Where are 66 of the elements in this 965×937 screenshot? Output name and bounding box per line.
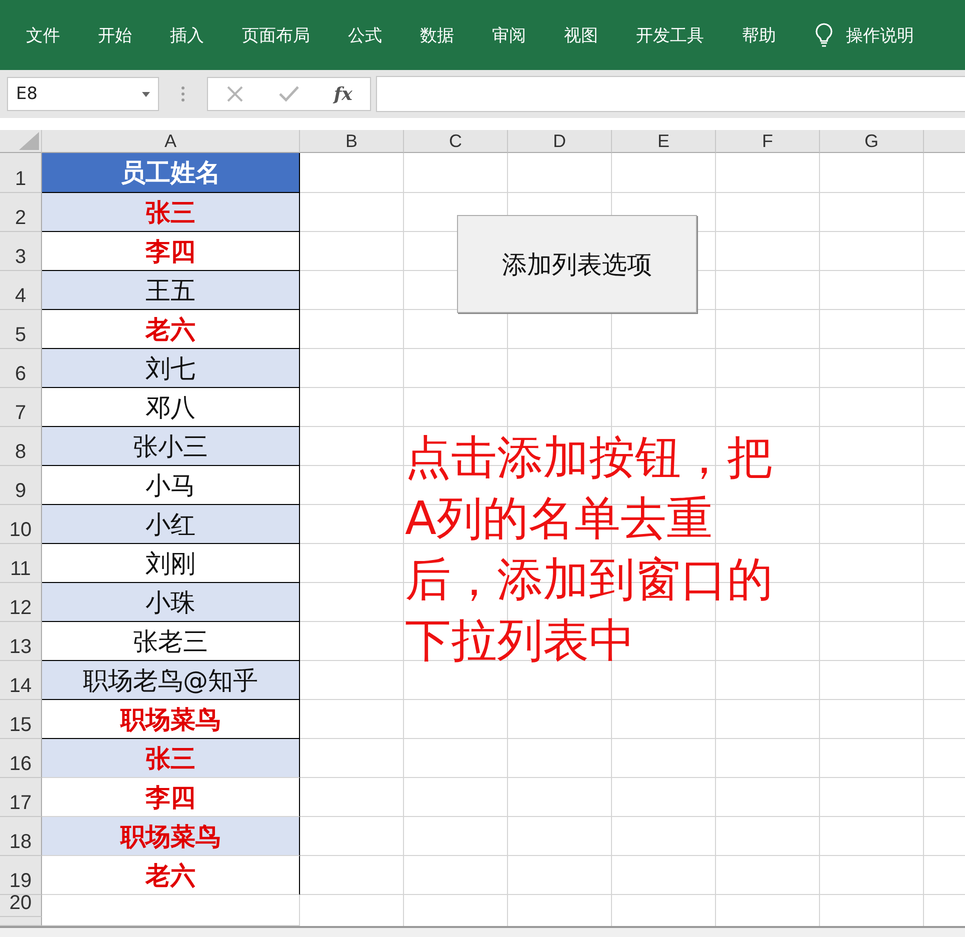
table-cell: 职场菜鸟 [42, 817, 300, 856]
row-header[interactable]: 3 [0, 232, 42, 271]
instruction-text: 后，添加到窗口的 [405, 551, 773, 608]
table-cell: 张三 [42, 193, 300, 232]
row-header[interactable]: 2 [0, 193, 42, 232]
table-cell: 张三 [42, 739, 300, 778]
ribbon-tab[interactable]: 视图 [564, 22, 598, 48]
select-all-icon[interactable] [19, 132, 39, 150]
column-header[interactable]: E [612, 130, 716, 153]
row-header[interactable]: 5 [0, 310, 42, 349]
row-header[interactable]: 20 [0, 895, 42, 917]
row-header[interactable]: 6 [0, 349, 42, 388]
column-header[interactable]: D [508, 130, 612, 153]
ribbon-tab[interactable]: 开始 [98, 22, 132, 48]
table-cell: 张小三 [42, 427, 300, 466]
ribbon-tab[interactable]: 页面布局 [242, 22, 310, 48]
ribbon-tab[interactable]: 数据 [420, 22, 454, 48]
column-header[interactable]: B [300, 130, 404, 153]
ribbon-tab[interactable]: 开发工具 [636, 22, 704, 48]
column-header[interactable]: C [404, 130, 508, 153]
ribbon-tab[interactable]: 插入 [170, 22, 204, 48]
column-header[interactable] [924, 130, 965, 153]
table-cell: 王五 [42, 271, 300, 310]
formula-input[interactable] [376, 76, 965, 112]
row-header[interactable]: 10 [0, 505, 42, 544]
column-header[interactable]: G [820, 130, 924, 153]
row-header[interactable]: 18 [0, 817, 42, 856]
table-cell: 职场老鸟@知乎 [42, 661, 300, 700]
row-header[interactable] [0, 917, 42, 926]
caret-icon[interactable] [142, 92, 150, 96]
add-list-items-button[interactable]: 添加列表选项 [457, 215, 697, 313]
row-header[interactable]: 1 [0, 153, 42, 193]
tell-me-field[interactable]: 操作说明 [846, 24, 914, 46]
name-box[interactable]: E8 [7, 77, 159, 111]
row-header[interactable]: 12 [0, 583, 42, 622]
insert-function-button[interactable]: fx [334, 84, 352, 104]
instruction-text: 下拉列表中 [405, 612, 635, 669]
grip-icon [181, 86, 185, 102]
row-header[interactable]: 14 [0, 661, 42, 700]
row-header[interactable]: 4 [0, 271, 42, 310]
ribbon-tab[interactable]: 文件 [26, 22, 60, 48]
column-header[interactable]: F [716, 130, 820, 153]
row-header[interactable]: 15 [0, 700, 42, 739]
row-header[interactable]: 8 [0, 427, 42, 466]
instruction-text: 点击添加按钮，把 [405, 429, 773, 486]
ribbon-tab[interactable]: 审阅 [492, 22, 526, 48]
check-icon[interactable] [278, 85, 299, 103]
row-header[interactable]: 11 [0, 544, 42, 583]
table-cell: 小珠 [42, 583, 300, 622]
table-cell: 刘七 [42, 349, 300, 388]
instruction-text: A列的名单去重 [405, 490, 712, 547]
header-cell: 员工姓名 [42, 153, 300, 193]
cancel-icon[interactable] [226, 85, 244, 103]
lightbulb-icon[interactable] [814, 22, 834, 48]
row-header[interactable]: 19 [0, 856, 42, 895]
row-header[interactable]: 9 [0, 466, 42, 505]
column-header[interactable]: A [42, 130, 300, 153]
ribbon-tab[interactable]: 公式 [348, 22, 382, 48]
row-header[interactable]: 16 [0, 739, 42, 778]
row-header[interactable]: 13 [0, 622, 42, 661]
table-cell: 小红 [42, 505, 300, 544]
ribbon-tab[interactable]: 帮助 [742, 22, 776, 48]
row-header[interactable]: 7 [0, 388, 42, 427]
cell-grid[interactable] [300, 153, 965, 926]
table-cell: 老六 [42, 856, 300, 895]
row-header[interactable]: 17 [0, 778, 42, 817]
